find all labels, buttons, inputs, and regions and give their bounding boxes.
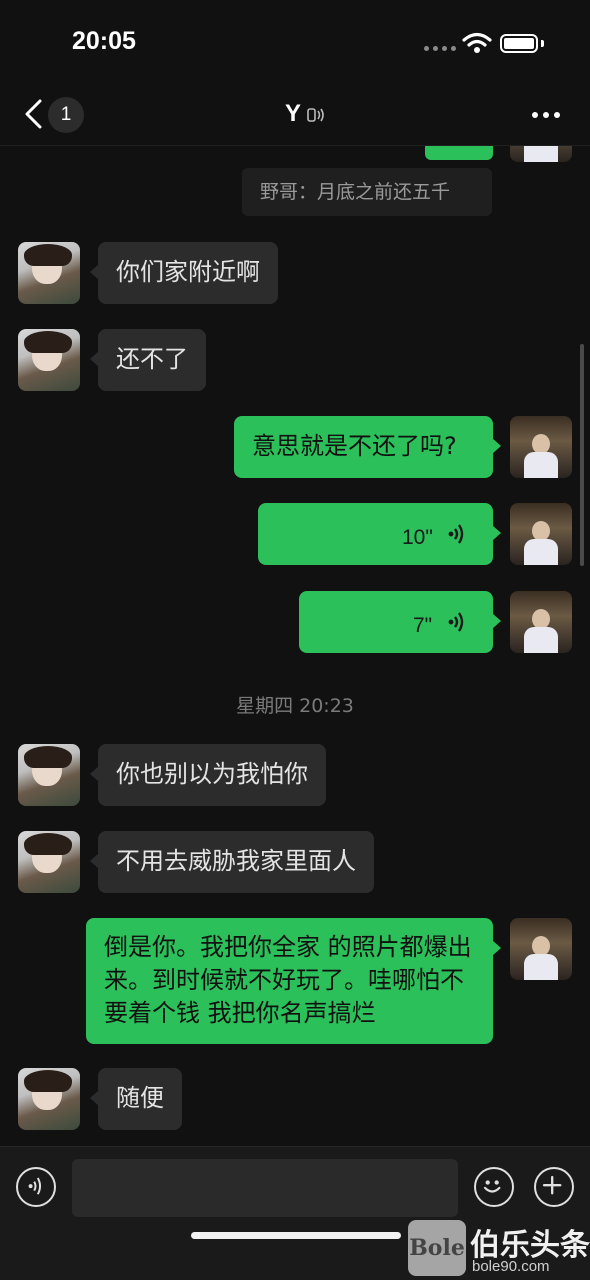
- voice-wave-icon: [448, 524, 464, 544]
- message-bubble-incoming[interactable]: 还不了: [90, 329, 206, 391]
- battery-cap: [541, 40, 544, 47]
- nav-bar: 1 Y: [0, 88, 590, 146]
- message-bubble-incoming[interactable]: 你们家附近啊: [90, 242, 278, 304]
- scrollbar[interactable]: [580, 344, 584, 566]
- message-input[interactable]: [72, 1159, 458, 1217]
- home-indicator[interactable]: [191, 1232, 401, 1239]
- emoji-icon[interactable]: [474, 1167, 514, 1207]
- message-bubble-incoming[interactable]: 你也别以为我怕你: [90, 744, 326, 806]
- message-bubble-outgoing[interactable]: 倒是你。我把你全家 的照片都爆出来。到时候就不好玩了。哇哪怕不要着个钱 我把你名…: [86, 918, 501, 1044]
- status-time: 20:05: [72, 27, 136, 55]
- battery-icon: [500, 34, 538, 53]
- avatar-self[interactable]: [510, 146, 572, 162]
- voice-mode-icon: [307, 108, 324, 122]
- back-chevron-icon[interactable]: [20, 98, 46, 130]
- watermark: Bole 伯乐头条 bole90.com: [408, 1220, 590, 1276]
- avatar-contact[interactable]: [18, 1068, 80, 1130]
- watermark-url: bole90.com: [472, 1258, 550, 1275]
- cellular-signal-icon: [424, 46, 456, 51]
- watermark-logo: Bole: [408, 1220, 466, 1276]
- voice-message-bubble[interactable]: 10": [258, 503, 501, 565]
- unread-badge[interactable]: 1: [48, 97, 84, 133]
- voice-duration: 7": [413, 614, 433, 637]
- partial-message-bubble: [425, 146, 493, 160]
- voice-wave-icon: [448, 612, 464, 632]
- voice-toggle-icon[interactable]: [16, 1167, 56, 1207]
- quoted-message[interactable]: 野哥：月底之前还五千: [242, 168, 492, 216]
- voice-message-bubble[interactable]: 7": [299, 591, 501, 653]
- message-bubble-outgoing[interactable]: 意思就是不还了吗?: [234, 416, 501, 478]
- time-divider: 星期四 20:23: [236, 695, 354, 717]
- plus-icon[interactable]: [534, 1167, 574, 1207]
- avatar-self[interactable]: [510, 591, 572, 653]
- chat-screen: 20:05 1 Y 野哥：月底之前还五千 你们家附近啊 还不了 意思就是不还了吗…: [0, 0, 590, 1280]
- message-list: 野哥：月底之前还五千 你们家附近啊 还不了 意思就是不还了吗? 10" 7" 星…: [0, 146, 590, 1146]
- avatar-self[interactable]: [510, 416, 572, 478]
- message-bubble-incoming[interactable]: 不用去威胁我家里面人: [90, 831, 374, 893]
- more-icon[interactable]: [532, 112, 560, 118]
- avatar-contact[interactable]: [18, 329, 80, 391]
- status-bar: 20:05: [0, 0, 590, 88]
- voice-duration: 10": [402, 526, 433, 549]
- avatar-contact[interactable]: [18, 831, 80, 893]
- wifi-icon: [462, 32, 492, 53]
- chat-title: Y: [285, 100, 302, 127]
- message-bubble-incoming[interactable]: 随便: [90, 1068, 182, 1130]
- avatar-contact[interactable]: [18, 744, 80, 806]
- avatar-self[interactable]: [510, 503, 572, 565]
- avatar-self[interactable]: [510, 918, 572, 980]
- avatar-contact[interactable]: [18, 242, 80, 304]
